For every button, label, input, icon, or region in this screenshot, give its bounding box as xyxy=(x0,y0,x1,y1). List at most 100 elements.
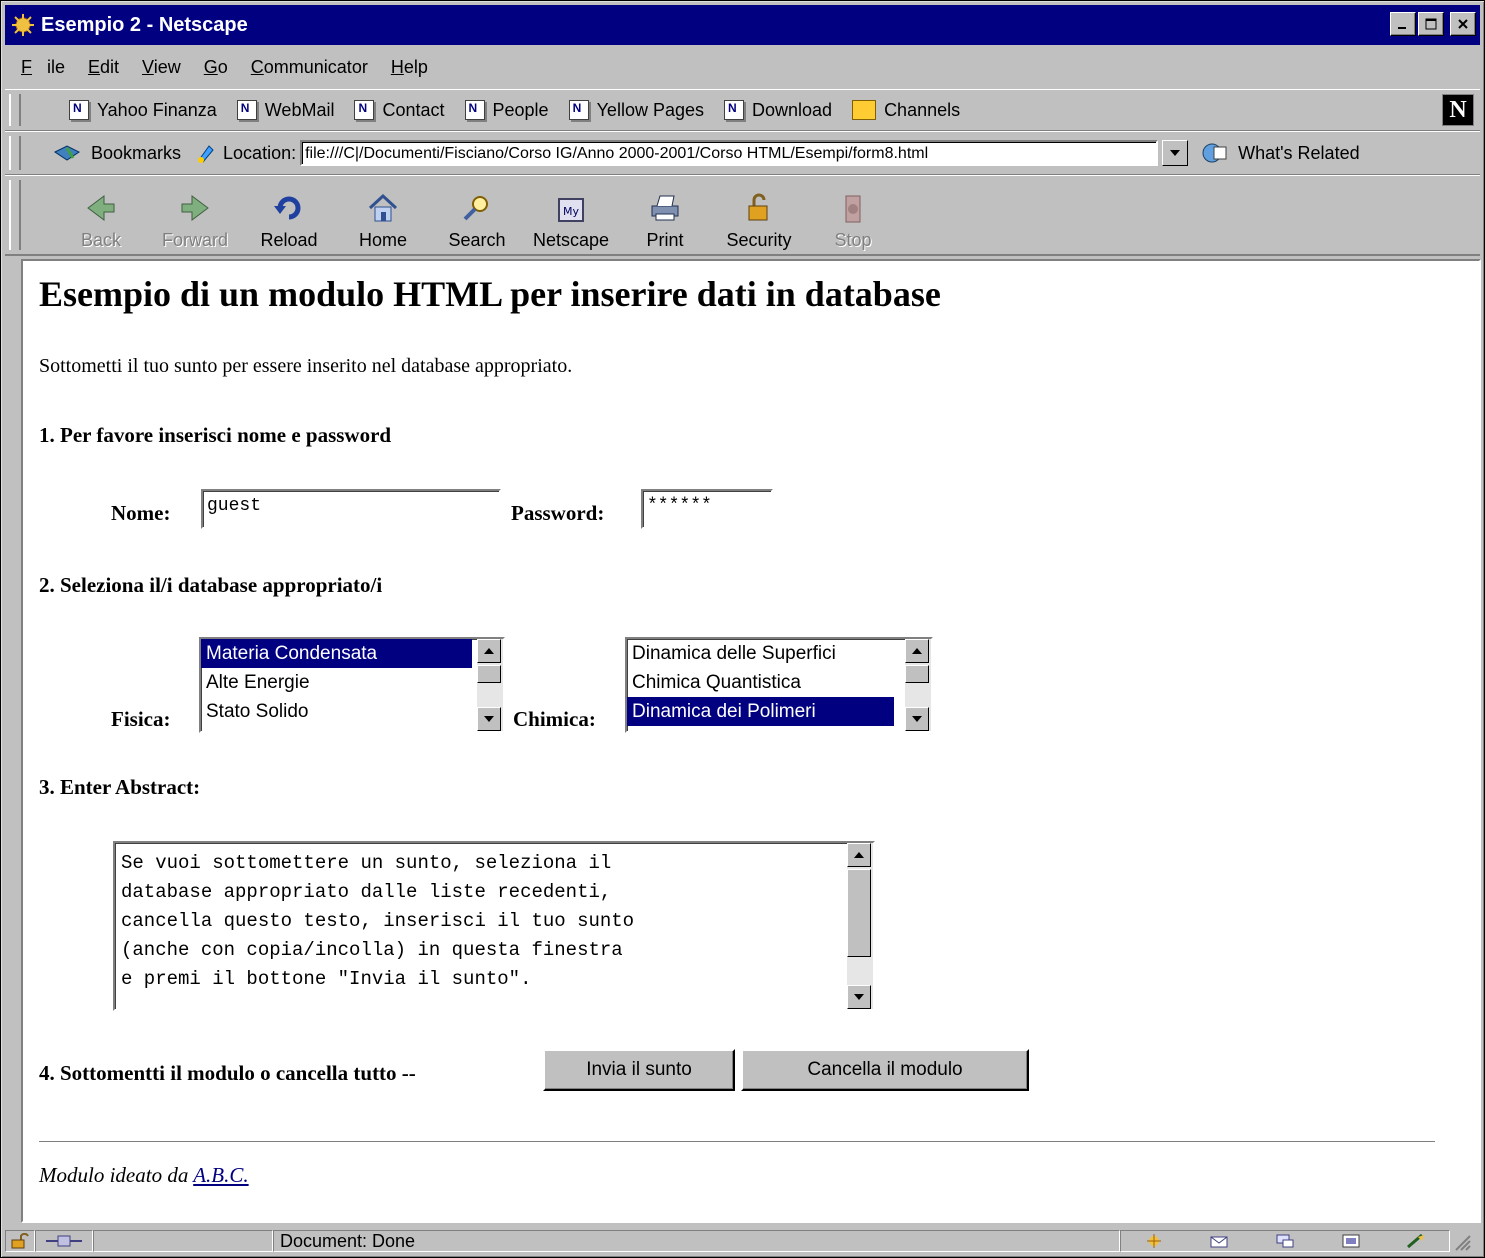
status-bar: Document: Done xyxy=(5,1227,1480,1255)
bookmark-yellow-pages[interactable]: Yellow Pages xyxy=(568,99,704,121)
whats-related-button[interactable]: What's Related xyxy=(1200,141,1360,165)
location-label: Location: xyxy=(223,142,297,163)
scroll-down-button[interactable] xyxy=(477,707,501,731)
whats-related-label: What's Related xyxy=(1238,142,1360,163)
bookmark-webmail[interactable]: WebMail xyxy=(236,99,335,121)
menu-view[interactable]: View xyxy=(134,57,181,78)
netscape-logo-icon[interactable]: N xyxy=(1442,94,1474,126)
back-button[interactable]: Back xyxy=(61,179,141,251)
bookmark-page-icon xyxy=(354,100,375,120)
page-content: Esempio di un modulo HTML per inserire d… xyxy=(21,259,1481,1223)
scroll-down-button[interactable] xyxy=(847,985,871,1009)
print-icon xyxy=(651,195,679,221)
mail-icon[interactable] xyxy=(1209,1233,1229,1249)
menu-view-accel: V xyxy=(142,56,154,77)
search-label: Search xyxy=(448,230,506,250)
menu-communicator-accel: C xyxy=(250,56,264,77)
chimica-option[interactable]: Dinamica delle Superfici xyxy=(627,639,931,668)
toolbar-grip[interactable] xyxy=(9,94,21,126)
password-input[interactable]: ****** xyxy=(641,489,773,529)
bookmark-label: Yahoo Finanza xyxy=(97,99,217,120)
fisica-listbox[interactable]: Materia Condensata Alte Energie Stato So… xyxy=(199,637,505,733)
close-button[interactable] xyxy=(1450,12,1476,36)
bookmark-label: Download xyxy=(752,99,833,120)
bookmark-channels[interactable]: Channels xyxy=(852,100,960,121)
stop-button[interactable]: Stop xyxy=(813,179,893,251)
menu-edit[interactable]: Edit xyxy=(80,57,119,78)
print-label: Print xyxy=(646,230,684,250)
bookmarks-button[interactable]: Bookmarks xyxy=(53,142,181,164)
chimica-listbox[interactable]: Dinamica delle Superfici Chimica Quantis… xyxy=(625,637,933,733)
toolbar-grip[interactable] xyxy=(9,180,21,250)
online-status[interactable] xyxy=(35,1230,93,1252)
menu-communicator[interactable]: Communicator xyxy=(243,57,368,78)
toolbar-grip[interactable] xyxy=(9,136,21,170)
author-link[interactable]: A.B.C. xyxy=(193,1163,248,1187)
menu-file[interactable]: File xyxy=(5,57,65,78)
forward-button[interactable]: Forward xyxy=(155,179,235,251)
chevron-down-icon xyxy=(1170,150,1181,156)
fisica-option[interactable]: Stato Solido xyxy=(201,697,503,726)
reload-label: Reload xyxy=(260,230,318,250)
scroll-up-button[interactable] xyxy=(847,843,871,867)
home-label: Home xyxy=(358,230,407,250)
nome-input[interactable]: guest xyxy=(201,489,501,529)
scroll-up-button[interactable] xyxy=(905,639,929,663)
scroll-up-button[interactable] xyxy=(477,639,501,663)
fisica-option[interactable]: Materia Condensata xyxy=(201,639,472,668)
bookmark-yahoo-finanza[interactable]: Yahoo Finanza xyxy=(69,100,217,121)
security-button[interactable]: Security xyxy=(719,179,799,251)
bookmark-label: Yellow Pages xyxy=(596,99,704,120)
abstract-textarea[interactable]: Se vuoi sottomettere un sunto, seleziona… xyxy=(113,841,875,1011)
section-2-heading: 2. Seleziona il/i database appropriato/i xyxy=(39,573,383,597)
chimica-scrollbar[interactable] xyxy=(905,639,931,731)
menu-help[interactable]: Help xyxy=(383,57,428,78)
composer-icon[interactable] xyxy=(1341,1233,1361,1249)
bookmark-label: WebMail xyxy=(264,99,335,120)
menu-go-text: o xyxy=(217,56,228,77)
url-input[interactable]: file:///C|/Documenti/Fisciano/Corso IG/A… xyxy=(300,140,1159,166)
maximize-icon xyxy=(1425,18,1437,30)
menu-go[interactable]: Go xyxy=(196,57,228,78)
reload-button[interactable]: Reload xyxy=(249,179,329,251)
abstract-scrollbar[interactable] xyxy=(847,843,873,1009)
scroll-thumb[interactable] xyxy=(905,665,929,683)
security-status[interactable] xyxy=(5,1230,35,1252)
fisica-scrollbar[interactable] xyxy=(477,639,503,731)
maximize-button[interactable] xyxy=(1418,12,1444,36)
chimica-option[interactable]: Chimica Quantistica xyxy=(627,668,931,697)
bookmark-page-icon xyxy=(464,100,485,120)
my-netscape-button[interactable]: My Netscape xyxy=(531,179,611,251)
scroll-thumb[interactable] xyxy=(847,869,871,957)
fisica-label: Fisica: xyxy=(111,707,171,731)
scroll-thumb[interactable] xyxy=(477,665,501,683)
fisica-option[interactable]: Alte Energie xyxy=(201,668,503,697)
title-bar[interactable]: Esempio 2 - Netscape xyxy=(5,5,1480,45)
bookmark-people[interactable]: People xyxy=(464,100,549,121)
resize-grip[interactable] xyxy=(1450,1230,1480,1252)
url-history-dropdown[interactable] xyxy=(1162,140,1189,166)
bookmark-contact[interactable]: Contact xyxy=(354,100,445,121)
chimica-option[interactable]: Dinamica dei Polimeri xyxy=(627,697,894,726)
navigator-icon[interactable] xyxy=(1144,1233,1164,1249)
home-icon xyxy=(368,193,398,222)
bookmark-download[interactable]: Download xyxy=(724,100,832,121)
menu-edit-accel: E xyxy=(88,56,101,77)
search-button[interactable]: Search xyxy=(437,179,517,251)
home-button[interactable]: Home xyxy=(343,179,423,251)
reset-button[interactable]: Cancella il modulo xyxy=(741,1049,1029,1091)
bookmark-label: Channels xyxy=(884,99,961,120)
submit-button[interactable]: Invia il sunto xyxy=(543,1049,735,1091)
browser-window: Esempio 2 - Netscape File Edit View Go C… xyxy=(0,0,1485,1258)
forward-arrow-icon xyxy=(181,195,209,221)
print-button[interactable]: Print xyxy=(625,179,705,251)
scroll-down-button[interactable] xyxy=(905,707,929,731)
back-arrow-icon xyxy=(87,195,115,221)
footer-credit: Modulo ideato da A.B.C. xyxy=(39,1163,249,1188)
reload-icon xyxy=(274,196,301,220)
stop-label: Stop xyxy=(834,230,872,250)
quill-icon[interactable] xyxy=(1406,1233,1426,1249)
minimize-button[interactable] xyxy=(1390,12,1416,36)
discussion-icon[interactable] xyxy=(1275,1233,1295,1249)
bookmark-page-icon xyxy=(236,100,257,120)
